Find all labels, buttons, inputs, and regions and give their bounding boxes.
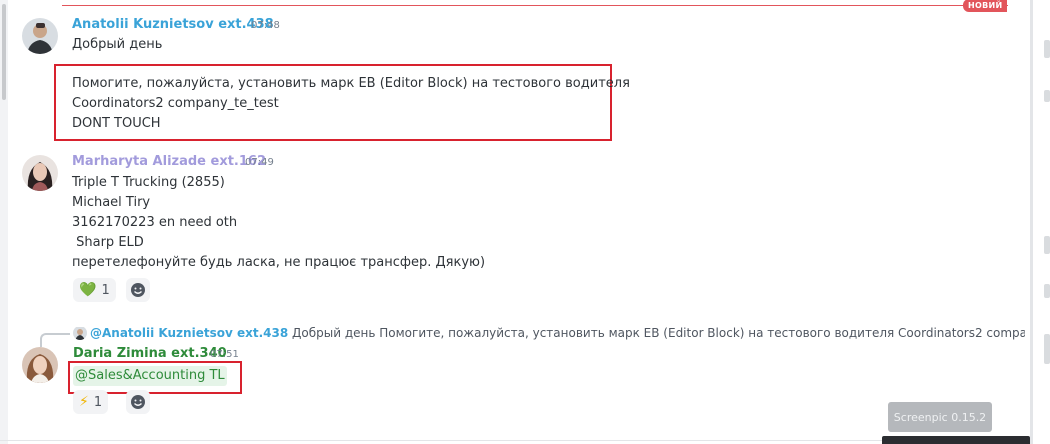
message-author[interactable]: Anatolii Kuznietsov ext.438 [72,17,274,32]
role-mention[interactable]: @Sales&Accounting TL [73,366,227,386]
avatar[interactable] [22,347,58,383]
message-text: перетелефонуйте будь ласка, не працює тр… [72,255,486,270]
reply-avatar [73,326,87,340]
member-panel-edge [1033,0,1050,444]
left-scrollbar[interactable] [0,0,8,444]
message-timestamp: 07:51 [210,349,239,360]
new-messages-badge: НОВИЙ [963,0,1008,12]
member-avatar-partial[interactable] [1044,236,1050,254]
smile-add-icon [131,283,145,297]
reaction-count: 1 [93,394,103,410]
smile-add-icon [131,395,145,409]
message-author[interactable]: Daria Zimina ext.340 [73,346,227,361]
message-text: Michael Tiry [72,195,151,210]
message-text: 3162170223 en need oth [72,215,238,230]
message-text: Sharp ELD [72,235,144,250]
message-timestamp: 07:48 [251,20,280,31]
message-timestamp: 07:49 [245,157,274,168]
message-text: Triple T Trucking (2855) [72,175,225,190]
avatar[interactable] [22,155,58,191]
reply-curve-icon [40,333,70,347]
left-scrollbar-thumb[interactable] [2,4,6,100]
bottom-bar [882,436,1030,444]
add-reaction-button[interactable] [126,278,150,302]
new-messages-divider [62,5,1008,6]
reaction-count: 1 [101,282,110,298]
reaction-lightning[interactable]: ⚡ 1 [73,390,109,414]
reply-mention[interactable]: @Anatolii Kuznietsov ext.438 [90,326,288,340]
bottom-divider [0,440,1030,441]
message-author[interactable]: Marharyta Alizade ext.162 [72,154,266,169]
reply-text: Добрый день Помогите, пожалуйста, устано… [292,326,1025,340]
message-text: Coordinators2 company_te_test [72,96,279,111]
screenpic-overlay: Screenpic 0.15.2 [888,402,992,432]
message-text: Помогите, пожалуйста, установить марк EB… [72,76,630,91]
lightning-emoji: ⚡ [79,394,89,410]
message-text: @Sales&Accounting TL [73,366,227,386]
reply-preview[interactable]: @Anatolii Kuznietsov ext.438 Добрый день… [90,326,1025,340]
message-text: DONT TOUCH [72,116,161,131]
member-avatar-partial[interactable] [1044,334,1050,364]
member-avatar-partial[interactable] [1044,40,1050,58]
avatar[interactable] [22,18,58,54]
add-reaction-button[interactable] [126,390,150,414]
reaction-green-heart[interactable]: 💚 1 [73,278,116,302]
message-text: Добрый день [72,37,163,52]
member-avatar-partial[interactable] [1044,90,1050,102]
green-heart-emoji: 💚 [79,282,97,298]
member-avatar-partial[interactable] [1044,284,1050,298]
